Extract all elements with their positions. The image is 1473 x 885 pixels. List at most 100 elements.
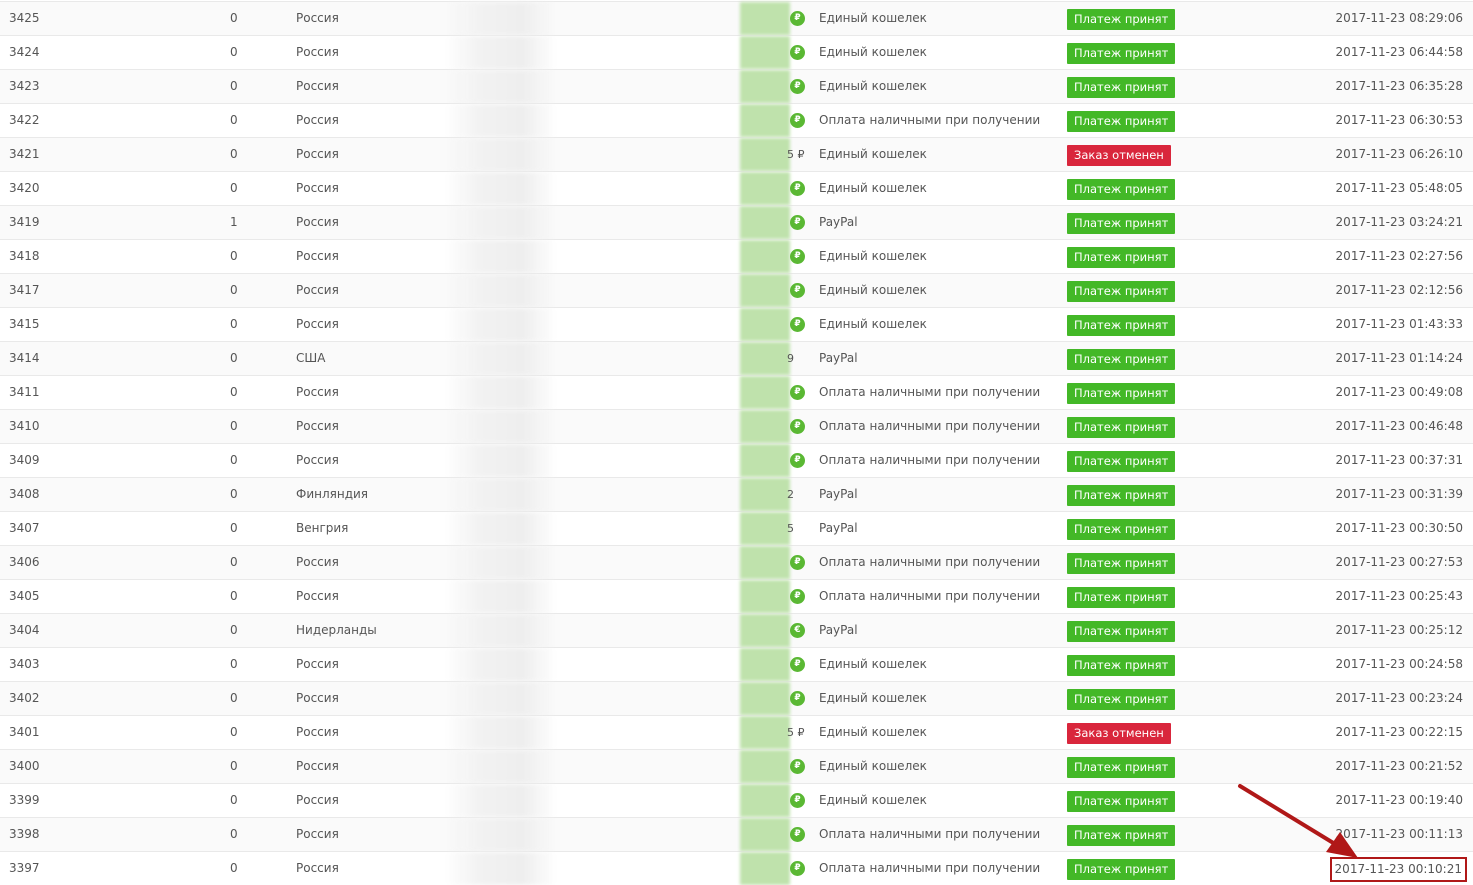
currency-icon: ₽ [790,759,805,774]
currency-label: 5 ₽ [787,726,805,739]
status-badge: Платеж принят [1067,451,1176,472]
order-country: Венгрия [296,521,349,535]
payment-method: PayPal [819,351,858,365]
order-quantity: 0 [230,283,238,297]
redacted-amount [740,648,790,681]
order-id: 3418 [9,249,40,263]
status-badge: Платеж принят [1067,213,1176,234]
order-country: Россия [296,385,339,399]
table-row[interactable]: 3400 0 Россия ₽ Единый кошелек Платеж принят 2… [0,749,1473,783]
redacted-field [448,852,554,885]
order-id: 3424 [9,45,40,59]
payment-method: Единый кошелек [819,691,927,705]
order-quantity: 0 [230,453,238,467]
order-id: 3397 [9,861,40,875]
redacted-field [448,104,554,137]
order-quantity: 0 [230,79,238,93]
currency-icon: ₽ [790,181,805,196]
order-country: Россия [296,759,339,773]
table-row[interactable]: 3401 0 Россия 5 ₽ Единый кошелек Заказ отмене… [0,715,1473,749]
redacted-field [448,274,554,307]
redacted-amount [740,818,790,851]
table-row[interactable]: 3419 1 Россия ₽ PayPal Платеж принят 2017-11-2… [0,205,1473,239]
order-id: 3414 [9,351,40,365]
status-badge: Заказ отменен [1067,145,1171,166]
redacted-amount [740,240,790,273]
payment-method: Единый кошелек [819,79,927,93]
order-quantity: 0 [230,385,238,399]
status-badge: Платеж принят [1067,383,1176,404]
table-row[interactable]: 3403 0 Россия ₽ Единый кошелек Платеж принят 2… [0,647,1473,681]
status-badge: Платеж принят [1067,485,1176,506]
order-id: 3425 [9,11,40,25]
currency-icon: ₽ [790,79,805,94]
table-row[interactable]: 3407 0 Венгрия 5 PayPal Платеж принят 2017-11-… [0,511,1473,545]
order-date: 2017-11-23 02:12:56 [1335,283,1463,297]
redacted-amount [740,784,790,817]
order-quantity: 0 [230,793,238,807]
table-row[interactable]: 3415 0 Россия ₽ Единый кошелек Платеж принят 2… [0,307,1473,341]
table-row[interactable]: 3421 0 Россия 5 ₽ Единый кошелек Заказ отмене… [0,137,1473,171]
currency-label: 2 [787,488,794,501]
table-row[interactable]: 3417 0 Россия ₽ Единый кошелек Платеж принят 2… [0,273,1473,307]
table-row[interactable]: 3402 0 Россия ₽ Единый кошелек Платеж принят 2… [0,681,1473,715]
table-row[interactable]: 3410 0 Россия ₽ Оплата наличными при получен… [0,409,1473,443]
redacted-amount [740,716,790,749]
payment-method: Единый кошелек [819,147,927,161]
status-badge: Платеж принят [1067,349,1176,370]
table-row[interactable]: 3425 0 Россия ₽ Единый кошелек Платеж принят 2… [0,1,1473,35]
redacted-field [448,240,554,273]
redacted-amount [740,512,790,545]
table-row[interactable]: 3408 0 Финляндия 2 PayPal Платеж принят 2017-1… [0,477,1473,511]
redacted-amount [740,342,790,375]
order-country: Россия [296,249,339,263]
payment-method: Оплата наличными при получении [819,827,1041,841]
currency-label: 9 [787,352,794,365]
order-date: 2017-11-23 05:48:05 [1335,181,1463,195]
table-row[interactable]: 3405 0 Россия ₽ Оплата наличными при получен… [0,579,1473,613]
currency-icon: ₽ [790,317,805,332]
table-row[interactable]: 3423 0 Россия ₽ Единый кошелек Платеж принят 2… [0,69,1473,103]
status-badge: Платеж принят [1067,43,1176,64]
payment-method: Оплата наличными при получении [819,555,1041,569]
payment-method: Оплата наличными при получении [819,861,1041,875]
table-row[interactable]: 3411 0 Россия ₽ Оплата наличными при получен… [0,375,1473,409]
table-row[interactable]: 3420 0 Россия ₽ Единый кошелек Платеж принят 2… [0,171,1473,205]
currency-icon: ₽ [790,45,805,60]
table-row[interactable]: 3404 0 Нидерланды € PayPal Платеж принят 2017-… [0,613,1473,647]
order-date: 2017-11-23 00:46:48 [1335,419,1463,433]
order-id: 3407 [9,521,40,535]
currency-icon: ₽ [790,11,805,26]
payment-method: PayPal [819,215,858,229]
payment-method: Единый кошелек [819,11,927,25]
payment-method: PayPal [819,623,858,637]
redacted-field [448,444,554,477]
table-row[interactable]: 3422 0 Россия ₽ Оплата наличными при получен… [0,103,1473,137]
redacted-amount [740,172,790,205]
table-row[interactable]: 3409 0 Россия ₽ Оплата наличными при получен… [0,443,1473,477]
currency-icon: ₽ [790,827,805,842]
table-row[interactable]: 3418 0 Россия ₽ Единый кошелек Платеж принят 2… [0,239,1473,273]
order-id: 3411 [9,385,40,399]
table-row[interactable]: 3424 0 Россия ₽ Единый кошелек Платеж принят 2… [0,35,1473,69]
order-quantity: 0 [230,249,238,263]
payment-method: Оплата наличными при получении [819,589,1041,603]
order-quantity: 0 [230,113,238,127]
table-row[interactable]: 3406 0 Россия ₽ Оплата наличными при получен… [0,545,1473,579]
status-badge: Платеж принят [1067,825,1176,846]
order-quantity: 0 [230,691,238,705]
redacted-amount [740,546,790,579]
order-id: 3417 [9,283,40,297]
order-quantity: 0 [230,555,238,569]
order-date: 2017-11-23 00:27:53 [1335,555,1463,569]
table-row[interactable]: 3414 0 США 9 PayPal Платеж принят 2017-11-23 0… [0,341,1473,375]
order-id: 3398 [9,827,40,841]
order-quantity: 0 [230,589,238,603]
order-country: Россия [296,419,339,433]
status-badge: Платеж принят [1067,315,1176,336]
order-country: Россия [296,793,339,807]
order-id: 3410 [9,419,40,433]
order-country: Россия [296,147,339,161]
redacted-field [448,308,554,341]
order-country: Россия [296,555,339,569]
